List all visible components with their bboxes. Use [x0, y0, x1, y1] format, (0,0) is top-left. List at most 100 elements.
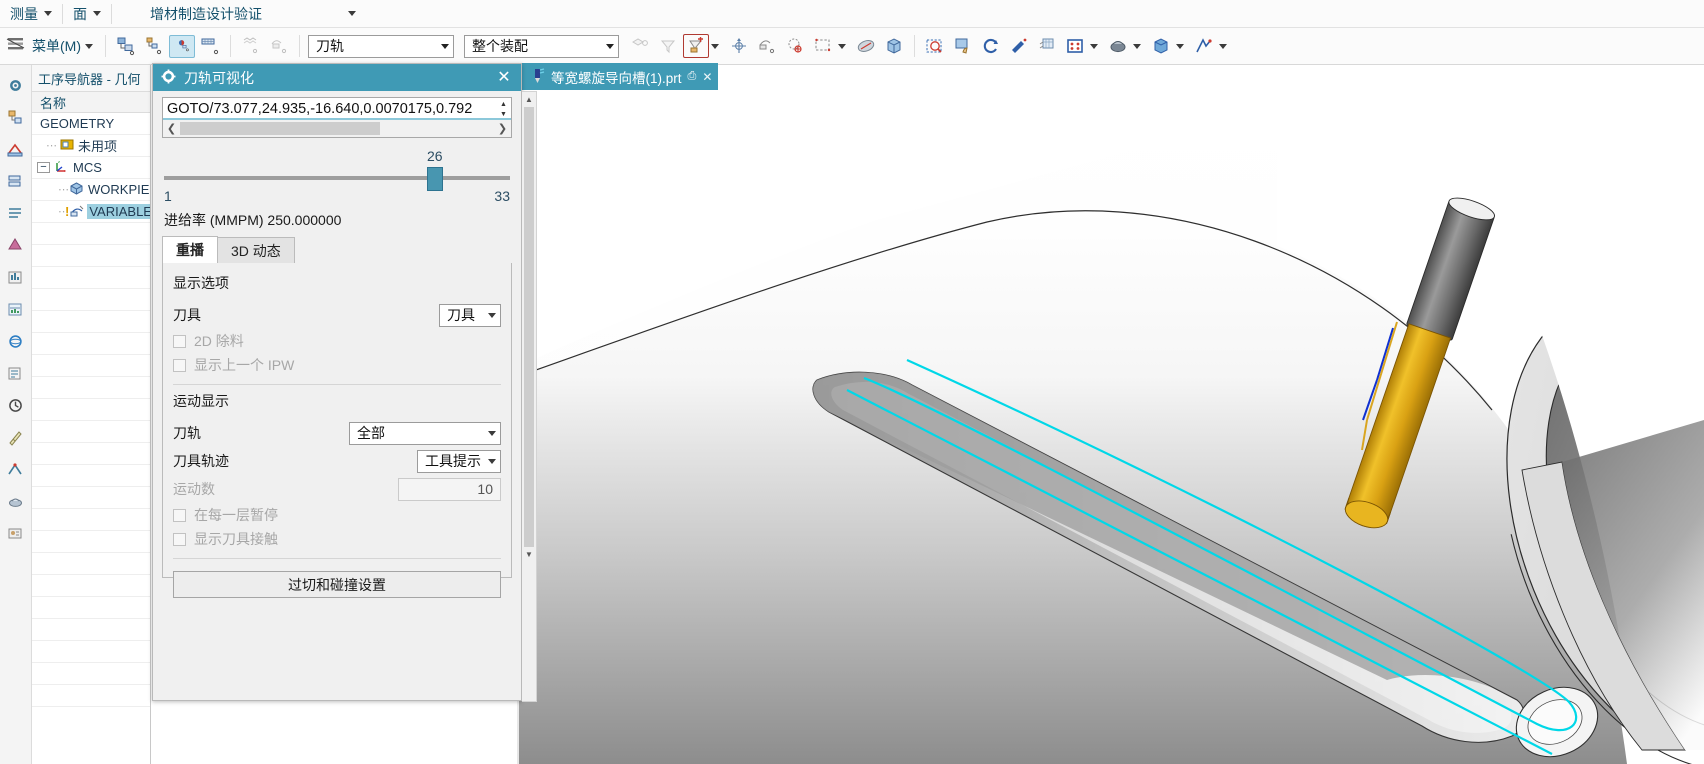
scroll-up-icon[interactable]: ▲ — [522, 92, 536, 107]
ribbon-item-additive-validation[interactable]: 增材制造设计验证 — [112, 0, 366, 28]
chevron-down-icon[interactable] — [838, 43, 846, 49]
tree-item-unused[interactable]: ⋯ 未用项 — [32, 135, 150, 157]
constraint-navigator-icon[interactable] — [3, 133, 29, 165]
render-style-icon[interactable] — [881, 34, 907, 58]
ribbon-item-face[interactable]: 面 — [63, 0, 111, 28]
wcs-dynamics-icon[interactable] — [726, 34, 752, 58]
chevron-down-icon[interactable] — [488, 312, 496, 318]
tool-trace-select[interactable]: 工具提示 — [417, 449, 501, 473]
select-face-icon[interactable] — [782, 34, 808, 58]
ribbon-item-measure[interactable]: 测量 — [0, 0, 62, 28]
shading-icon[interactable] — [1105, 34, 1131, 58]
process-studio-icon[interactable] — [3, 453, 29, 485]
chevron-down-icon[interactable] — [1090, 43, 1098, 49]
roles-icon[interactable] — [3, 517, 29, 549]
history-clock-icon[interactable] — [3, 389, 29, 421]
tree-item-geometry[interactable]: GEOMETRY — [32, 113, 150, 135]
chevron-down-icon[interactable] — [711, 43, 719, 49]
graphics-viewport[interactable]: YM XM ZM 3D世界网 3DSJW.COM — [517, 90, 1704, 764]
scrollbar-thumb[interactable] — [524, 107, 534, 547]
fit-view-icon[interactable] — [1006, 34, 1032, 58]
assembly-navigator-icon[interactable] — [3, 101, 29, 133]
chevron-down-icon[interactable] — [606, 43, 614, 49]
chevron-down-icon[interactable] — [488, 458, 496, 464]
gear-icon[interactable] — [3, 69, 29, 101]
tree-item-workpiece[interactable]: ⋯ WORKPIECE — [32, 179, 150, 201]
motion-step-slider[interactable]: 26 1 33 — [162, 148, 512, 204]
operation-navigator-icon[interactable] — [3, 197, 29, 229]
chevron-down-icon[interactable] — [1219, 43, 1227, 49]
navigator-column-header[interactable]: 名称 — [32, 91, 150, 113]
checkbox-box[interactable] — [173, 508, 186, 522]
spinner-up-icon[interactable]: ▲ — [497, 99, 510, 110]
chevron-down-icon[interactable] — [1133, 43, 1141, 49]
manufacturing-wizards-icon[interactable] — [3, 485, 29, 517]
chevron-down-icon[interactable] — [1176, 43, 1184, 49]
grid-icon[interactable] — [1062, 34, 1088, 58]
menu-button[interactable]: 菜单(M) — [0, 33, 99, 59]
create-geometry-icon[interactable] — [627, 34, 653, 58]
tree-expander-collapse[interactable]: − — [37, 162, 50, 173]
part-tab[interactable]: 等宽螺旋导向槽(1).prt ⎙ ✕ — [522, 63, 719, 90]
snap-point-icon[interactable] — [683, 34, 709, 58]
web-browser-icon[interactable] — [3, 293, 29, 325]
gouge-collision-settings-button[interactable]: 过切和碰撞设置 — [173, 571, 501, 598]
layer-settings-icon[interactable] — [1034, 34, 1060, 58]
scrollbar-track[interactable] — [180, 121, 494, 136]
checkbox-pause-each-layer[interactable]: 在每一层暂停 — [173, 503, 501, 527]
section-icon[interactable] — [853, 34, 879, 58]
rectangle-select-icon[interactable] — [810, 34, 836, 58]
hd3d-tools-icon[interactable] — [3, 261, 29, 293]
pan-icon[interactable] — [950, 34, 976, 58]
scroll-down-icon[interactable]: ▼ — [522, 547, 536, 562]
assembly-scope-combo[interactable]: 整个装配 — [464, 34, 619, 58]
chevron-down-icon[interactable] — [93, 11, 101, 16]
chevron-down-icon[interactable] — [44, 11, 52, 16]
move-object-icon[interactable] — [754, 34, 780, 58]
toolpath-type-combo[interactable]: 刀轨 — [308, 34, 454, 58]
motion-count-input[interactable]: 10 — [398, 477, 501, 501]
slider-track[interactable] — [164, 176, 510, 180]
machine-tool-view-icon[interactable] — [141, 34, 167, 58]
slider-thumb[interactable] — [427, 167, 443, 191]
checkbox-show-previous-ipw[interactable]: 显示上一个 IPW — [173, 353, 501, 377]
chevron-down-icon[interactable] — [348, 11, 356, 16]
generate-toolpath-icon[interactable] — [266, 34, 292, 58]
filter-icon[interactable] — [655, 34, 681, 58]
tree-item-variable-contour[interactable]: ⋯ ! VARIABLE_CONTOUR — [32, 201, 150, 223]
checkbox-box[interactable] — [173, 334, 186, 348]
close-icon[interactable]: ✕ — [491, 67, 517, 89]
internet-explorer-icon[interactable] — [3, 325, 29, 357]
box-icon[interactable] — [1148, 34, 1174, 58]
toolpath-display-select[interactable]: 全部 — [349, 421, 501, 445]
chevron-down-icon[interactable] — [488, 430, 496, 436]
checkbox-box[interactable] — [173, 358, 186, 372]
goto-command-field[interactable]: GOTO/73.077,24.935,-16.640,0.0070175,0.7… — [162, 97, 512, 138]
tab-3d-dynamic[interactable]: 3D 动态 — [217, 237, 295, 263]
geometry-view-icon[interactable] — [169, 34, 195, 58]
tree-item-mcs[interactable]: − z x MCS — [32, 157, 150, 179]
dialog-title-bar[interactable]: 刀轨可视化 ✕ — [153, 64, 521, 91]
history-palette-icon[interactable] — [3, 357, 29, 389]
machining-method-view-icon[interactable] — [197, 34, 223, 58]
checkbox-show-tool-contact[interactable]: 显示刀具接触 — [173, 527, 501, 551]
measure-tools-icon[interactable] — [3, 421, 29, 453]
dialog-vertical-scrollbar[interactable]: ▲ ▼ — [522, 91, 537, 702]
reuse-library-icon[interactable] — [3, 229, 29, 261]
scrollbar-thumb[interactable] — [180, 122, 380, 135]
checkbox-box[interactable] — [173, 532, 186, 546]
tab-replay[interactable]: 重播 — [162, 236, 218, 263]
goto-horizontal-scrollbar[interactable]: ❮ ❯ — [163, 120, 511, 137]
create-operation-icon[interactable] — [238, 34, 264, 58]
checkbox-2d-material-removal[interactable]: 2D 除料 — [173, 329, 501, 353]
program-order-view-icon[interactable] — [113, 34, 139, 58]
tool-display-select[interactable]: 刀具 — [439, 303, 501, 327]
rotate-icon[interactable] — [978, 34, 1004, 58]
close-icon[interactable]: ✕ — [702, 70, 712, 84]
scroll-left-icon[interactable]: ❮ — [163, 121, 180, 136]
goto-spinner[interactable]: ▲ ▼ — [497, 99, 510, 120]
zoom-window-icon[interactable] — [922, 34, 948, 58]
spinner-down-icon[interactable]: ▼ — [497, 110, 510, 121]
scroll-right-icon[interactable]: ❯ — [494, 121, 511, 136]
chevron-down-icon[interactable] — [441, 43, 449, 49]
